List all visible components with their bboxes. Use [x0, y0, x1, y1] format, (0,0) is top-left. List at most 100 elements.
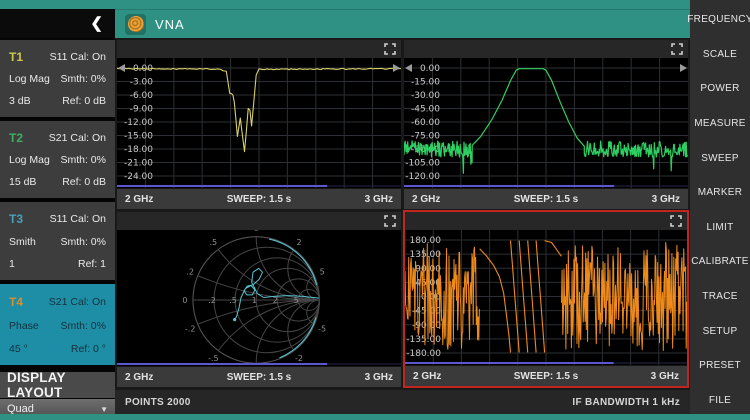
x-start-label: 2 GHz — [413, 371, 441, 382]
svg-text:-30.00: -30.00 — [411, 91, 440, 101]
svg-text:-24.00: -24.00 — [124, 172, 153, 182]
trace-smoothing: Smth: 0% — [60, 73, 106, 85]
trace-smoothing: Smth: 0% — [60, 154, 106, 166]
menu-item-scale[interactable]: SCALE — [703, 49, 737, 60]
svg-text:2: 2 — [296, 238, 301, 247]
trace-panel-t4[interactable]: T4S21 Cal: On PhaseSmth: 0% 45 °Ref: 0 ° — [0, 284, 115, 365]
fullscreen-icon[interactable] — [384, 215, 396, 227]
menu-item-frequency[interactable]: FREQUENCY — [687, 14, 750, 25]
svg-text:2: 2 — [273, 296, 278, 305]
menu-item-calibrate[interactable]: CALIBRATE — [691, 256, 749, 267]
sweep-label: SWEEP: 1.5 s — [227, 194, 291, 205]
trace-scale: 45 ° — [9, 343, 28, 355]
svg-text:-15.00: -15.00 — [411, 78, 440, 88]
trace-format: Smith — [9, 236, 36, 248]
trace-id: T2 — [9, 131, 23, 145]
trace-ref: Ref: 0 dB — [62, 176, 106, 188]
plot-footer: 2 GHz SWEEP: 1.5 s 3 GHz — [404, 188, 688, 209]
trace-id: T3 — [9, 212, 23, 226]
menu-item-file[interactable]: FILE — [709, 395, 731, 406]
svg-text:-60.00: -60.00 — [411, 118, 440, 128]
svg-text:1: 1 — [254, 230, 259, 233]
trace-scale: 1 — [9, 258, 15, 270]
svg-text:180.00: 180.00 — [410, 236, 442, 246]
x-start-label: 2 GHz — [125, 372, 153, 383]
svg-text:-3.00: -3.00 — [130, 78, 154, 88]
trace-panel-t2[interactable]: T2S21 Cal: On Log MagSmth: 0% 15 dBRef: … — [0, 121, 115, 198]
svg-text:-120.00: -120.00 — [405, 172, 440, 182]
svg-text:-135.00: -135.00 — [406, 335, 441, 345]
plot-header — [117, 212, 401, 230]
right-menu: FREQUENCY SCALE POWER MEASURE SWEEP MARK… — [690, 0, 750, 414]
fullscreen-icon[interactable] — [671, 43, 683, 55]
trace-cal: S11 Cal: On — [50, 213, 106, 225]
plot-footer: 2 GHz SWEEP: 1.5 s 3 GHz — [117, 188, 401, 209]
plot-canvas[interactable]: 0.00-15.00-30.00-45.00-60.00-75.00-90.00… — [404, 58, 688, 188]
fullscreen-icon[interactable] — [384, 43, 396, 55]
menu-item-measure[interactable]: MEASURE — [694, 118, 746, 129]
trace-panel-t3[interactable]: T3 S11 Cal: On Smith Smth: 0% 1 Ref: 1 — [0, 202, 115, 280]
display-layout-label: DISPLAY LAYOUT — [0, 372, 115, 398]
svg-text:-9.00: -9.00 — [130, 105, 154, 115]
svg-text:-18.00: -18.00 — [124, 145, 153, 155]
fullscreen-icon[interactable] — [670, 215, 682, 227]
plot-s11-logmag[interactable]: 0.00-3.00-6.00-9.00-12.00-15.00-18.00-21… — [117, 40, 401, 209]
x-stop-label: 3 GHz — [365, 372, 393, 383]
svg-text:1: 1 — [252, 296, 257, 305]
app-title: VNA — [155, 17, 185, 32]
plot-header — [405, 212, 687, 230]
plot-s11-smith[interactable]: .2.5125-.2-.5-1-2-50.2.5125 2 GHz SWEEP:… — [117, 212, 401, 387]
menu-item-preset[interactable]: PRESET — [699, 360, 741, 371]
svg-text:-180.00: -180.00 — [406, 349, 441, 359]
trace-cal: S21 Cal: On — [49, 132, 106, 144]
menu-item-limit[interactable]: LIMIT — [706, 222, 733, 233]
svg-text:-.2: -.2 — [185, 324, 196, 333]
trace-smoothing: Smth: 0% — [60, 320, 106, 332]
trace-format: Phase — [9, 320, 39, 332]
trace-smoothing: Smth: 0% — [60, 236, 106, 248]
sweep-label: SWEEP: 1.5 s — [514, 371, 578, 382]
svg-text:-2: -2 — [295, 354, 303, 363]
menu-item-trace[interactable]: TRACE — [702, 291, 737, 302]
bottom-accent-bar — [0, 414, 750, 420]
plot-s21-phase-selected[interactable]: 180.00135.0090.0045.000.00-45.00-90.00-1… — [403, 210, 689, 388]
vna-app: ❮ VNA FREQUENCY SCALE POWER MEASURE SWEE… — [0, 0, 750, 420]
svg-text:-75.00: -75.00 — [411, 132, 440, 142]
trace-scale: 3 dB — [9, 95, 31, 107]
svg-text:-15.00: -15.00 — [124, 132, 153, 142]
trace-ref: Ref: 0 ° — [71, 343, 106, 355]
menu-item-sweep[interactable]: SWEEP — [701, 153, 739, 164]
plot-canvas[interactable]: 0.00-3.00-6.00-9.00-12.00-15.00-18.00-21… — [117, 58, 401, 188]
svg-text:.5: .5 — [229, 296, 237, 305]
plot-grid: 0.00-3.00-6.00-9.00-12.00-15.00-18.00-21… — [115, 38, 690, 414]
svg-text:5: 5 — [320, 268, 325, 277]
back-icon[interactable]: ❮ — [90, 16, 103, 31]
menu-item-power[interactable]: POWER — [700, 83, 739, 94]
svg-text:.2: .2 — [208, 296, 216, 305]
trace-cal: S11 Cal: On — [50, 51, 106, 63]
plot-s21-logmag[interactable]: 0.00-15.00-30.00-45.00-60.00-75.00-90.00… — [404, 40, 688, 209]
plot-footer: 2 GHz SWEEP: 1.5 s 3 GHz — [405, 365, 687, 386]
trace-scale: 15 dB — [9, 176, 36, 188]
trace-id: T4 — [9, 295, 23, 309]
plot-canvas[interactable]: 180.00135.0090.0045.000.00-45.00-90.00-1… — [405, 230, 687, 365]
svg-text:-6.00: -6.00 — [130, 91, 154, 101]
svg-text:5: 5 — [294, 296, 299, 305]
svg-text:-21.00: -21.00 — [124, 159, 153, 169]
sweep-label: SWEEP: 1.5 s — [227, 372, 291, 383]
svg-text:-105.00: -105.00 — [405, 159, 440, 169]
menu-item-marker[interactable]: MARKER — [698, 187, 743, 198]
x-start-label: 2 GHz — [412, 194, 440, 205]
trace-ref: Ref: 1 — [78, 258, 106, 270]
trace-panel-t1[interactable]: T1S11 Cal: On Log MagSmth: 0% 3 dBRef: 0… — [0, 40, 115, 117]
trace-sidebar: T1S11 Cal: On Log MagSmth: 0% 3 dBRef: 0… — [0, 38, 115, 420]
plot-canvas[interactable]: .2.5125-.2-.5-1-2-50.2.5125 — [117, 230, 401, 366]
top-accent-bar — [0, 0, 690, 9]
svg-text:-5: -5 — [318, 324, 326, 333]
x-start-label: 2 GHz — [125, 194, 153, 205]
title-bar: VNA — [115, 9, 690, 38]
svg-text:0.00: 0.00 — [420, 64, 440, 74]
menu-item-setup[interactable]: SETUP — [703, 326, 738, 337]
svg-text:135.00: 135.00 — [410, 250, 442, 260]
points-status: POINTS 2000 — [125, 397, 191, 408]
